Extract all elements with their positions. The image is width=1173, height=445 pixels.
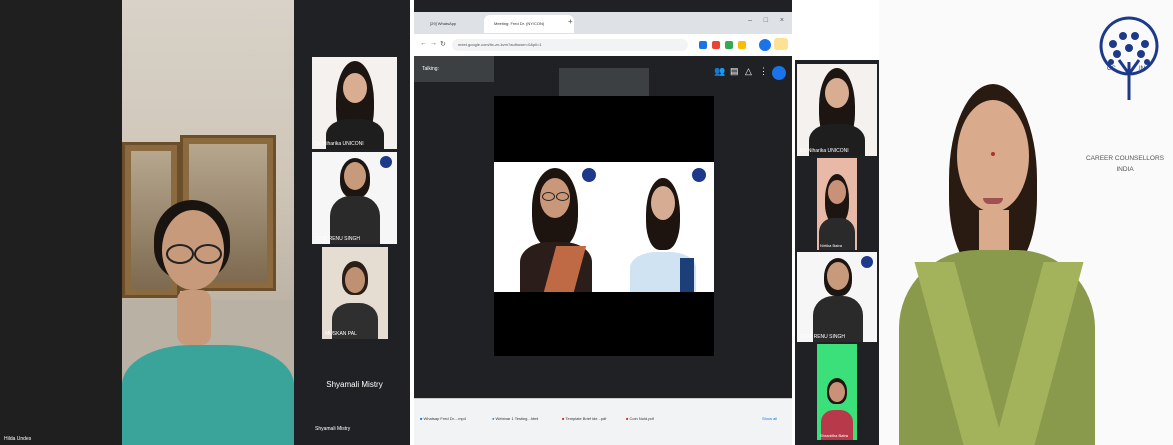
browser-tab-active[interactable]: Meeting: Fred Dr. (NY/CON) [484,15,574,33]
update-button[interactable] [774,38,788,50]
meet-screenshot-left: Hilda Undes Dr. Niharika UNICONI CCIN RE… [0,0,410,445]
forward-icon[interactable]: → [430,40,437,47]
logo-mark-left: CC [1107,66,1116,72]
left-dark-strip [0,0,122,445]
participant-tile[interactable]: Shyamali Mistry Shyamali Mistry [312,342,397,434]
download-item[interactable]: ■ Template Brief ide...pdf [562,411,606,427]
ccin-logo-icon [582,168,596,182]
participant-tile[interactable]: Nirtika Batra [817,158,857,250]
url-input[interactable]: meet.google.com/tix-zn-kvm?authuser=0&pl… [452,39,688,51]
activities-icon[interactable]: △ [745,66,752,77]
talking-indicator: Talking: [414,56,494,82]
reload-icon[interactable]: ↻ [440,40,446,48]
participant-tile[interactable]: CCIN RENU SINGH [312,152,397,244]
extension-icon[interactable] [738,41,746,49]
meet-area: Talking: 👥 ▤ △ ⋮ [414,56,792,398]
user-avatar[interactable] [772,66,786,80]
participant-tile[interactable]: Dr. Niharika UNICONI [797,64,877,156]
participant-tile[interactable]: CCIN RENU SINGH [797,252,877,342]
participant-tile[interactable]: Dr. Niharika UNICONI [312,57,397,149]
participant-name: Shyamali Mistry [315,426,351,432]
more-options-icon[interactable]: ⋮ [759,66,768,77]
chat-icon[interactable]: ▤ [730,66,739,77]
participant-name: MUSKAN PAL [325,331,357,337]
maximize-icon[interactable]: □ [764,17,768,24]
ccin-logo-icon [861,256,873,268]
participant-name: CCIN RENU SINGH [315,236,361,242]
shared-video-content [494,162,714,292]
participant-name: Nirtika Batra [820,243,843,248]
career-counsellors-india-logo: CC IN [1095,14,1163,134]
meet-screenshot-browser: [29] WhatsApp Meeting: Fred Dr. (NY/CON)… [414,0,792,445]
participant-tile[interactable]: MUSKAN PAL [322,247,388,339]
logo-mark-right: IN [1139,66,1145,72]
show-all-button[interactable]: Show all [762,411,777,427]
extension-icon[interactable] [725,41,733,49]
participant-name: Dr. Niharika UNICONI [800,148,849,154]
participant-name: CCIN RENU SINGH [800,334,846,340]
new-tab-icon[interactable]: + [568,17,573,26]
download-item[interactable]: ● Webinar 1 Testing...html [492,411,538,427]
main-video-speaker[interactable] [122,0,294,445]
meet-screenshot-right: Dr. Niharika UNICONI Nirtika Batra CCIN … [795,0,1173,445]
participant-strip: Dr. Niharika UNICONI CCIN RENU SINGH MUS… [294,0,410,445]
back-icon[interactable]: ← [420,40,427,47]
browser-tab[interactable]: [29] WhatsApp [420,15,490,33]
extension-icon[interactable] [712,41,720,49]
ccin-logo-icon [692,168,706,182]
download-item[interactable]: ■ Coin Nold.pdf [626,411,654,427]
participant-center-name: Shyamali Mistry [326,380,383,389]
tab-label: Meeting: Fred Dr. (NY/CON) [494,21,545,26]
presenter-bar [559,68,649,96]
main-video-label: Hilda Undes [4,436,32,442]
tab-label: [29] WhatsApp [430,21,457,26]
logo-text-line2: INDIA [1116,166,1134,173]
downloads-bar: ■ Whatsap Fred Dr....mp4 ● Webinar 1 Tes… [414,398,792,445]
close-window-icon[interactable]: × [780,17,784,24]
address-bar: ← → ↻ meet.google.com/tix-zn-kvm?authuse… [414,34,792,57]
people-icon[interactable]: 👥 [714,66,725,77]
participant-name: Shraddha Batra [820,433,849,438]
browser-tab-bar: [29] WhatsApp Meeting: Fred Dr. (NY/CON)… [414,12,792,34]
profile-avatar[interactable] [759,39,771,51]
ccin-logo-icon [380,156,392,168]
minimize-icon[interactable]: – [748,17,752,24]
participant-tile[interactable]: Shraddha Batra [817,344,857,440]
extension-icon[interactable] [699,41,707,49]
logo-text-line1: CAREER COUNSELLORS [1085,155,1165,162]
participant-name: Dr. Niharika UNICONI [315,141,364,147]
participant-gallery: Dr. Niharika UNICONI Nirtika Batra CCIN … [795,60,879,445]
download-item[interactable]: ■ Whatsap Fred Dr....mp4 [420,411,466,427]
